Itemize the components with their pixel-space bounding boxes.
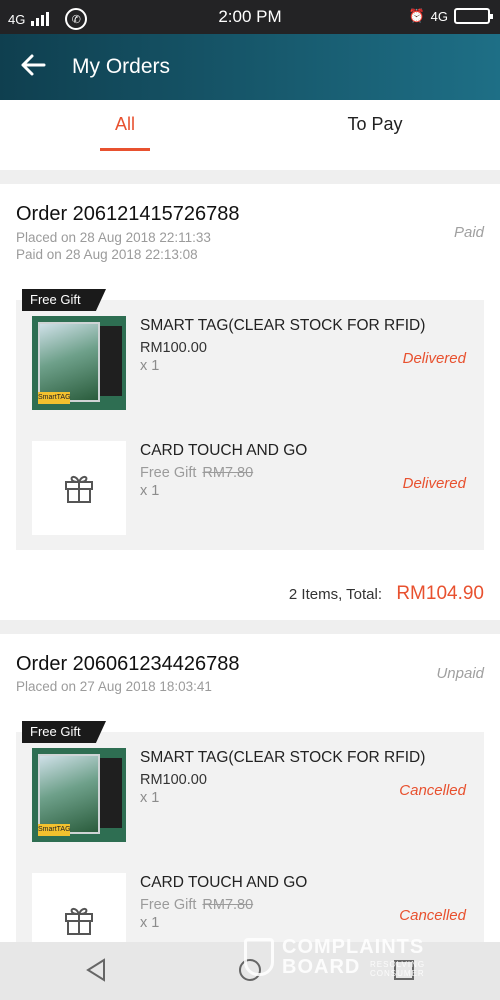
smart-tag-thumbnail[interactable]: SmartTAG [32, 316, 126, 410]
order-number: Order 206121415726788 [16, 203, 240, 225]
gift-icon [65, 907, 93, 935]
tab-all[interactable]: All [100, 114, 150, 135]
total-value: RM104.90 [396, 583, 484, 604]
tag-label: SmartTAG [38, 392, 71, 404]
item-quantity: x 1 [140, 358, 160, 374]
tag-side [100, 326, 122, 396]
item-status: Cancelled [399, 907, 466, 924]
total-label: 2 Items, Total: [288, 586, 382, 603]
placed-date: Placed on 28 Aug 2018 22:11:33 [16, 230, 211, 245]
item-price: RM100.00 [140, 340, 207, 356]
item-price: RM100.00 [140, 772, 207, 788]
item-status: Cancelled [399, 782, 466, 799]
order-items: SmartTAG SMART TAG(CLEAR STOCK FOR RFID)… [16, 732, 484, 967]
tag-side [100, 758, 122, 828]
item-name[interactable]: SMART TAG(CLEAR STOCK FOR RFID) [140, 749, 425, 767]
order-status: Unpaid [436, 665, 484, 682]
item-status: Delivered [402, 475, 466, 492]
item-name[interactable]: CARD TOUCH AND GO [140, 874, 307, 892]
item-name[interactable]: CARD TOUCH AND GO [140, 442, 307, 460]
gift-icon [65, 475, 93, 503]
alarm-icon: ⏰ [408, 8, 425, 23]
order-items: SmartTAG SMART TAG(CLEAR STOCK FOR RFID)… [16, 300, 484, 550]
watermark-tagline: RESOLVING CONSUMER [370, 960, 426, 978]
tag-panel [38, 322, 100, 402]
item-price: Free Gift RM7.80 [140, 465, 253, 481]
smart-tag-thumbnail[interactable]: SmartTAG [32, 748, 126, 842]
complaints-board-watermark: COMPLAINTS BOARD RESOLVING CONSUMER [240, 936, 460, 986]
item-quantity: x 1 [140, 790, 160, 806]
page-title: My Orders [72, 55, 171, 78]
order-card[interactable]: Order 206121415726788 Placed on 28 Aug 2… [0, 184, 500, 620]
watermark-line2: BOARD [282, 956, 361, 978]
original-price: RM7.80 [202, 897, 254, 913]
watermark-shield-icon [244, 938, 274, 976]
free-gift-label: Free Gift [140, 465, 197, 481]
original-price: RM7.80 [202, 465, 254, 481]
paid-date: Paid on 28 Aug 2018 22:13:08 [16, 247, 198, 262]
order-card[interactable]: Order 206061234426788 Placed on 27 Aug 2… [0, 634, 500, 967]
tab-to-pay[interactable]: To Pay [300, 114, 450, 135]
free-gift-badge: Free Gift [22, 721, 106, 743]
order-status: Paid [453, 224, 484, 241]
item-name[interactable]: SMART TAG(CLEAR STOCK FOR RFID) [140, 317, 425, 335]
app-bar: My Orders [0, 34, 500, 100]
order-number: Order 206061234426788 [16, 653, 240, 675]
network-label-right: 4G [430, 8, 448, 24]
active-tab-indicator [100, 148, 150, 151]
arrow-left-icon[interactable] [18, 50, 48, 80]
free-gift-badge: Free Gift [22, 289, 106, 311]
item-price: Free Gift RM7.80 [140, 897, 253, 913]
status-right: ⏰ 4G [408, 8, 493, 24]
triangle-back-icon[interactable] [82, 956, 110, 984]
placed-date: Placed on 27 Aug 2018 18:03:41 [16, 679, 212, 694]
order-tabs: All To Pay [0, 100, 500, 170]
item-status: Delivered [402, 350, 466, 367]
item-quantity: x 1 [140, 483, 160, 499]
tag-label: SmartTAG [38, 824, 71, 836]
gift-thumbnail[interactable] [32, 441, 126, 535]
battery-icon [454, 8, 493, 24]
item-quantity: x 1 [140, 915, 160, 931]
tag-panel [38, 754, 100, 834]
status-bar: 4G ✆ 2:00 PM ⏰ 4G [0, 0, 500, 34]
free-gift-label: Free Gift [140, 897, 197, 913]
